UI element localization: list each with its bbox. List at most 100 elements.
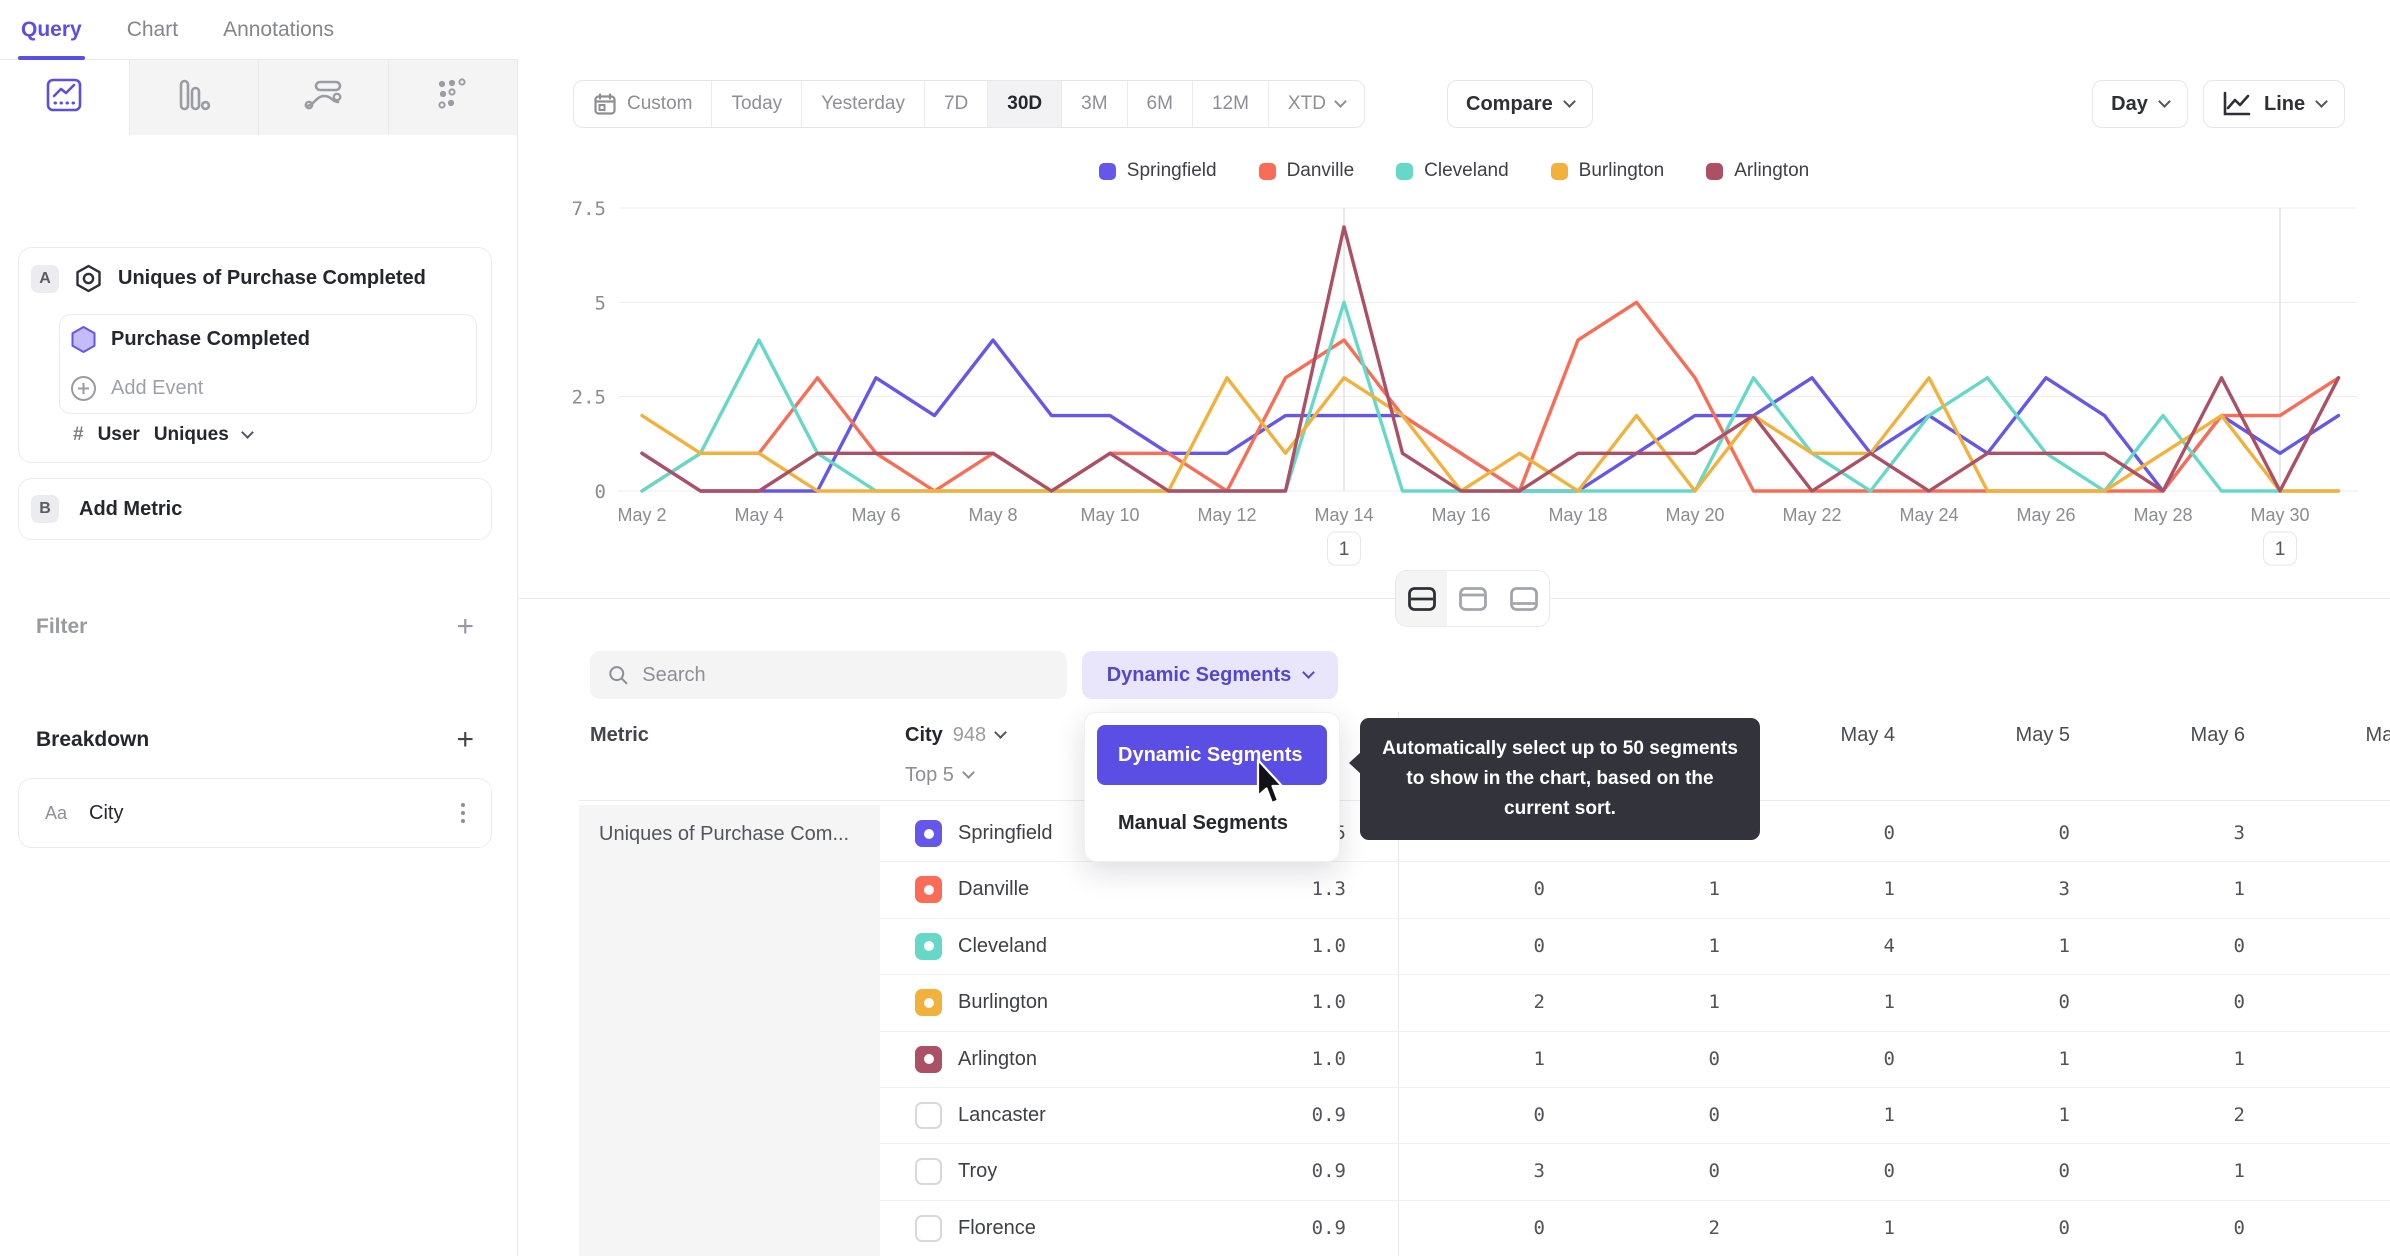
dropdown-item-manual-segments[interactable]: Manual Segments xyxy=(1097,797,1327,849)
annotation-badge[interactable]: 1 xyxy=(1327,531,1361,566)
range-xtd[interactable]: XTD xyxy=(1269,81,1364,127)
layout-toggle-panel-top[interactable] xyxy=(1447,571,1498,626)
svg-text:May 10: May 10 xyxy=(1080,505,1139,525)
metric-column-header[interactable]: Metric xyxy=(590,712,649,758)
top-n-label: Top 5 xyxy=(905,763,954,786)
add-event-row[interactable]: Add Event xyxy=(60,364,476,413)
series-arlington[interactable] xyxy=(640,225,2341,493)
chart-style-button[interactable]: Line xyxy=(2203,80,2346,128)
compare-button[interactable]: Compare xyxy=(1447,80,1593,128)
chevron-down-icon xyxy=(1562,95,1576,108)
add-breakdown-plus-icon[interactable]: + xyxy=(456,725,474,755)
metric-title: Uniques of Purchase Completed xyxy=(118,267,426,289)
range-label: Today xyxy=(731,93,783,114)
tab-query[interactable]: Query xyxy=(18,0,85,60)
chevron-down-icon xyxy=(2315,95,2328,108)
segment-checkbox[interactable] xyxy=(915,989,942,1017)
add-filter-plus-icon[interactable]: + xyxy=(456,612,474,642)
segment-checkbox[interactable] xyxy=(915,1214,942,1242)
chart-type-tab-bar-chart[interactable] xyxy=(129,60,259,135)
segment-checkbox[interactable] xyxy=(915,820,942,847)
segment-label[interactable]: Cleveland xyxy=(958,918,1047,974)
measure-aggregation[interactable]: Uniques xyxy=(154,424,229,446)
series-burlington[interactable] xyxy=(640,376,2341,493)
segments-dropdown-menu: Dynamic Segments Manual Segments xyxy=(1084,712,1340,862)
segment-label[interactable]: Danville xyxy=(958,861,1029,917)
segment-value: 1 xyxy=(2233,878,2245,901)
range-yesterday[interactable]: Yesterday xyxy=(802,81,925,127)
segment-value: 0 xyxy=(1708,1160,1720,1183)
breakdown-section-header: Breakdown + xyxy=(36,725,474,755)
top-n-selector[interactable]: Top 5 xyxy=(905,752,975,798)
segment-value: 3 xyxy=(2233,822,2245,844)
line-chart[interactable]: 0 2.5 5 7.5 1 1 May 2 May 4 May 6 May 8 May 10 May … xyxy=(518,140,2390,598)
range-3m[interactable]: 3M xyxy=(1062,81,1128,127)
svg-text:1: 1 xyxy=(2275,539,2286,560)
kebab-menu-icon[interactable] xyxy=(461,803,465,823)
segment-value: 0 xyxy=(1533,878,1545,901)
breakdown-item-city[interactable]: Aa City xyxy=(18,778,492,848)
segment-checkbox[interactable] xyxy=(915,876,942,904)
filter-section-header: Filter + xyxy=(36,612,474,642)
property-type-icon: Aa xyxy=(45,802,68,823)
measure-scope[interactable]: User xyxy=(98,424,140,446)
chart-type-tab-line-chart[interactable] xyxy=(0,60,130,135)
segment-checkbox[interactable] xyxy=(915,932,942,960)
granularity-button[interactable]: Day xyxy=(2092,80,2188,128)
svg-text:May 14: May 14 xyxy=(1314,505,1373,525)
range-label: 12M xyxy=(1211,93,1249,114)
chart-type-tab-dot-grid-chart[interactable] xyxy=(388,60,517,135)
layout-toggle-panel-bottom[interactable] xyxy=(1498,571,1549,626)
range-7d[interactable]: 7D xyxy=(925,81,989,127)
segment-checkbox[interactable] xyxy=(915,1045,942,1073)
measure-row[interactable]: # User Uniques xyxy=(73,424,254,446)
segment-label[interactable]: Springfield xyxy=(958,805,1053,861)
tab-chart[interactable]: Chart xyxy=(127,0,178,60)
date-column-header[interactable]: May 7 xyxy=(2273,712,2390,758)
segment-checkbox[interactable] xyxy=(915,1102,942,1129)
segment-checkbox[interactable] xyxy=(915,1158,942,1186)
segment-value: 3 xyxy=(1533,1160,1545,1183)
dropdown-item-dynamic-segments[interactable]: Dynamic Segments xyxy=(1097,725,1327,785)
segment-label[interactable]: Lancaster xyxy=(958,1087,1046,1143)
svg-text:May 4: May 4 xyxy=(734,505,783,525)
segment-label[interactable]: Burlington xyxy=(958,974,1048,1030)
segments-mode-button[interactable]: Dynamic Segments xyxy=(1082,651,1338,699)
breakdown-property-label: City xyxy=(89,801,124,824)
chevron-down-icon xyxy=(2157,95,2171,108)
svg-text:7.5: 7.5 xyxy=(572,198,606,220)
chart-type-tab-stream-chart[interactable] xyxy=(259,60,389,135)
metric-card[interactable]: A Uniques of Purchase Completed Purchase… xyxy=(18,247,492,463)
date-column-header[interactable]: May 5 xyxy=(1923,712,2098,758)
range-12m[interactable]: 12M xyxy=(1193,81,1269,127)
layout-toggle-split-horizontal[interactable] xyxy=(1396,571,1447,626)
calendar-icon xyxy=(593,92,617,116)
tab-annotations[interactable]: Annotations xyxy=(223,0,334,60)
add-metric-card[interactable]: B Add Metric xyxy=(18,478,492,540)
granularity-label: Day xyxy=(2111,92,2148,115)
bar-chart-icon xyxy=(177,78,211,117)
segment-search xyxy=(590,651,1067,699)
range-30d[interactable]: 30D xyxy=(988,81,1063,127)
event-row[interactable]: Purchase Completed xyxy=(60,315,476,364)
range-6m[interactable]: 6M xyxy=(1128,81,1193,127)
annotation-badge[interactable]: 1 xyxy=(2263,531,2297,566)
segment-label[interactable]: Troy xyxy=(958,1143,997,1199)
svg-text:May 26: May 26 xyxy=(2016,505,2075,525)
line-chart-icon xyxy=(2223,91,2251,116)
segment-value: 0 xyxy=(1708,1104,1720,1126)
search-input[interactable] xyxy=(642,663,1049,687)
metric-badge: A xyxy=(31,264,59,293)
segment-value: 2 xyxy=(2233,1104,2245,1126)
svg-text:5: 5 xyxy=(595,292,606,314)
segment-value: 1 xyxy=(2233,1047,2245,1070)
segment-label[interactable]: Florence xyxy=(958,1200,1036,1256)
segment-label[interactable]: Arlington xyxy=(958,1031,1037,1087)
range-today[interactable]: Today xyxy=(712,81,803,127)
date-column-header[interactable]: May 4 xyxy=(1748,712,1923,758)
date-column-header[interactable]: May 6 xyxy=(2098,712,2273,758)
segment-value: 4 xyxy=(1883,934,1895,957)
segment-value: 0 xyxy=(1883,822,1895,844)
city-count: 948 xyxy=(952,723,987,746)
range-custom[interactable]: Custom xyxy=(574,81,713,127)
